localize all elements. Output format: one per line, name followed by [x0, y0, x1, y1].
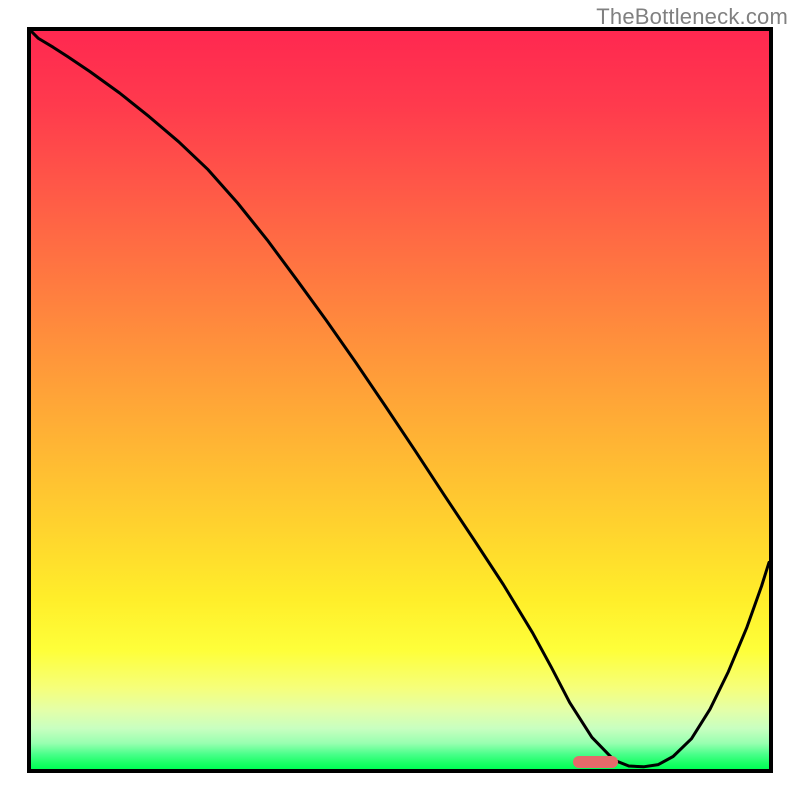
- bottleneck-curve: [31, 31, 769, 769]
- plot-frame: [27, 27, 773, 773]
- optimal-range-marker: [573, 756, 617, 768]
- watermark-text: TheBottleneck.com: [596, 4, 788, 30]
- chart-container: TheBottleneck.com: [0, 0, 800, 800]
